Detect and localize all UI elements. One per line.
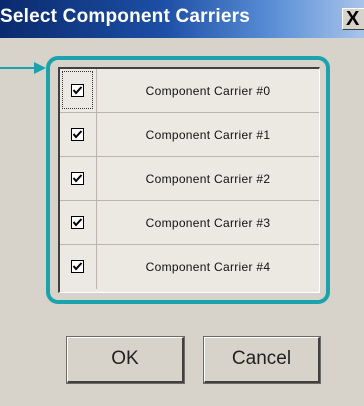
checkbox-cell — [60, 157, 97, 200]
carrier-label-3: Component Carrier #3 — [145, 216, 271, 230]
carrier-label-1: Component Carrier #1 — [145, 128, 271, 142]
carrier-checkbox-1[interactable] — [71, 128, 84, 141]
cancel-button[interactable]: Cancel — [203, 336, 321, 384]
carrier-checkbox-3[interactable] — [71, 216, 84, 229]
checkmark-icon — [72, 218, 83, 227]
checkmark-icon — [72, 130, 83, 139]
carrier-label-0: Component Carrier #0 — [145, 84, 271, 98]
checkmark-icon — [72, 262, 83, 271]
title-bar: Select Component Carriers X — [0, 0, 364, 38]
carrier-checkbox-0[interactable] — [71, 84, 84, 97]
select-carriers-dialog: Select Component Carriers X Component Ca… — [0, 0, 364, 406]
carrier-list: Component Carrier #0 Component Carrier #… — [58, 67, 320, 293]
checkbox-cell — [60, 201, 97, 244]
checkbox-cell — [60, 113, 97, 156]
carrier-label-4: Component Carrier #4 — [145, 260, 271, 274]
carrier-checkbox-4[interactable] — [71, 260, 84, 273]
carrier-row-2[interactable]: Component Carrier #2 — [60, 157, 319, 201]
carrier-row-0[interactable]: Component Carrier #0 — [60, 69, 319, 113]
ok-button[interactable]: OK — [66, 336, 185, 384]
dialog-title: Select Component Carriers — [0, 6, 250, 27]
checkbox-cell — [60, 245, 97, 289]
carrier-label-2: Component Carrier #2 — [145, 172, 271, 186]
close-button[interactable]: X — [342, 8, 364, 30]
checkmark-icon — [72, 86, 83, 95]
carrier-row-3[interactable]: Component Carrier #3 — [60, 201, 319, 245]
callout-arrow-icon — [0, 62, 46, 74]
checkbox-cell — [60, 69, 97, 112]
carrier-checkbox-2[interactable] — [71, 172, 84, 185]
carrier-row-4[interactable]: Component Carrier #4 — [60, 245, 319, 289]
carrier-row-1[interactable]: Component Carrier #1 — [60, 113, 319, 157]
checkmark-icon — [72, 174, 83, 183]
close-icon: X — [346, 8, 360, 30]
